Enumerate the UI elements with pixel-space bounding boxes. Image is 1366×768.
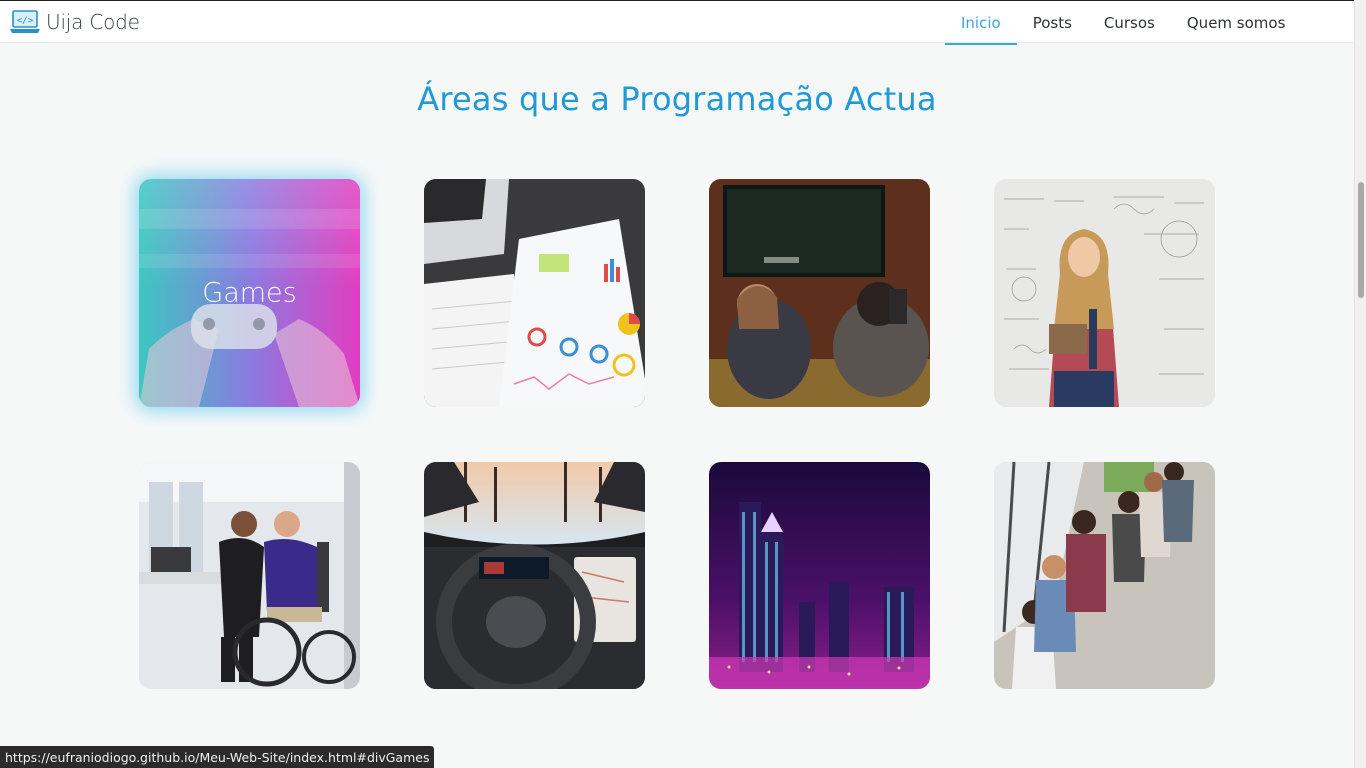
area-card-3[interactable] bbox=[709, 179, 930, 407]
scrollbar-thumb[interactable] bbox=[1358, 182, 1364, 298]
brand-link[interactable]: </> Uija Code bbox=[9, 9, 140, 35]
navbar: </> Uija Code Inicio Posts Cursos Quem s… bbox=[0, 0, 1354, 45]
svg-text:</>: </> bbox=[17, 16, 34, 26]
nav-item-cursos[interactable]: Cursos bbox=[1088, 1, 1171, 44]
card-label-games: Games bbox=[202, 277, 297, 309]
area-card-8[interactable] bbox=[994, 462, 1215, 689]
vertical-scrollbar[interactable] bbox=[1354, 0, 1366, 768]
area-card-4[interactable] bbox=[994, 179, 1215, 407]
nav-item-quem-somos[interactable]: Quem somos bbox=[1171, 1, 1302, 44]
area-card-6[interactable] bbox=[424, 462, 645, 689]
laptop-charts-photo bbox=[424, 179, 645, 407]
nav-item-inicio[interactable]: Inicio bbox=[945, 1, 1017, 45]
city-night-photo bbox=[709, 462, 930, 689]
people-watching-tv-photo bbox=[709, 179, 930, 407]
laptop-code-icon: </> bbox=[10, 10, 40, 33]
area-card-2[interactable] bbox=[424, 179, 645, 407]
area-card-5[interactable] bbox=[139, 462, 360, 689]
brand-name: Uija Code bbox=[46, 10, 140, 34]
people-on-phones-photo bbox=[994, 462, 1215, 689]
link-status-bar: https://eufraniodiogo.github.io/Meu-Web-… bbox=[0, 746, 435, 768]
section-title: Áreas que a Programação Actua bbox=[417, 80, 937, 118]
area-card-7[interactable] bbox=[709, 462, 930, 689]
area-card-games[interactable]: Games bbox=[139, 179, 360, 407]
wheelchair-prosthetic-photo bbox=[139, 462, 360, 689]
nav-menu: Inicio Posts Cursos Quem somos bbox=[945, 1, 1302, 45]
nav-item-posts[interactable]: Posts bbox=[1017, 1, 1088, 44]
girl-math-wall-photo bbox=[994, 179, 1215, 407]
tesla-dashboard-photo bbox=[424, 462, 645, 689]
